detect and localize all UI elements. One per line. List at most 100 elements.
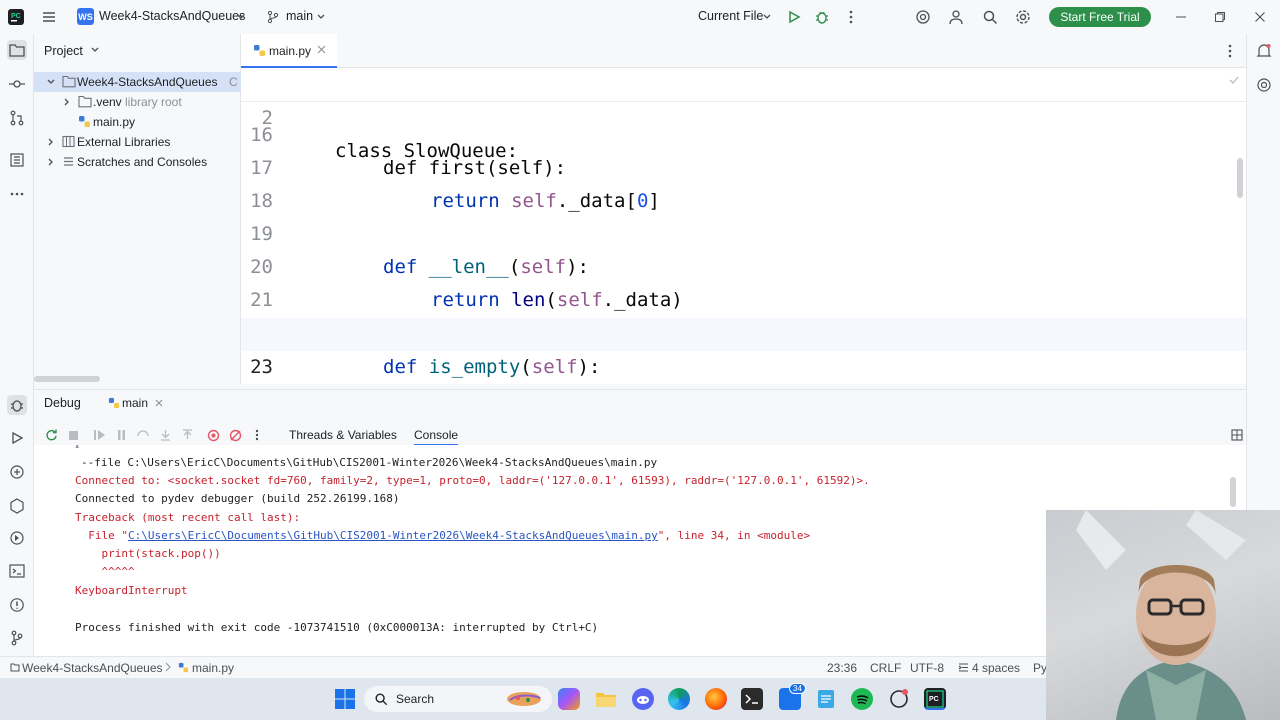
tree-item-project-root[interactable]: Week4-StacksAndQueues C <box>34 72 241 92</box>
ai-chat-icon[interactable] <box>1254 75 1274 95</box>
more-actions-icon[interactable] <box>842 8 860 26</box>
code-editor[interactable]: 2 class SlowQueue: 16 def first(self): 1… <box>241 68 1246 384</box>
project-switcher[interactable]: Week4-StacksAndQueues <box>99 9 245 23</box>
indent-setting[interactable]: 4 spaces <box>972 661 1020 675</box>
terminal-icon[interactable] <box>7 561 27 581</box>
firefox-icon[interactable] <box>705 688 727 710</box>
debug-session-tab[interactable]: main <box>122 396 148 410</box>
outlook-icon[interactable]: 34 <box>779 683 806 710</box>
settings-icon[interactable] <box>1014 8 1032 26</box>
console-vertical-scrollbar[interactable] <box>1230 477 1236 507</box>
editor-tab-bar: main.py <box>241 34 1246 68</box>
python-interpreter[interactable]: Py <box>1033 661 1047 675</box>
breadcrumb-file[interactable]: main.py <box>192 661 234 675</box>
stop-icon[interactable] <box>66 428 80 442</box>
pycharm-logo-icon: PC <box>7 8 25 26</box>
problems-icon[interactable] <box>7 595 27 615</box>
step-over-icon[interactable] <box>136 428 150 442</box>
layout-options-icon[interactable] <box>1230 428 1244 442</box>
file-encoding[interactable]: UTF-8 <box>910 661 944 675</box>
editor-vertical-scrollbar[interactable] <box>1237 158 1243 198</box>
notepad-icon[interactable] <box>815 688 837 710</box>
search-icon[interactable] <box>981 8 999 26</box>
minimize-icon[interactable] <box>1172 8 1190 26</box>
run-icon[interactable] <box>785 8 803 26</box>
commit-icon[interactable] <box>7 74 27 94</box>
tab-threads-variables[interactable]: Threads & Variables <box>289 428 397 442</box>
pycharm-taskbar-icon[interactable]: PC <box>924 688 946 710</box>
branch-switcher[interactable]: main <box>286 9 313 23</box>
tab-options-icon[interactable] <box>1228 44 1232 58</box>
discord-icon[interactable] <box>632 688 654 710</box>
project-badge: WS <box>77 8 94 25</box>
view-breakpoints-icon[interactable] <box>206 428 220 442</box>
step-out-icon[interactable] <box>180 428 194 442</box>
spotify-icon[interactable] <box>851 688 873 710</box>
terminal-app-icon[interactable] <box>741 688 763 710</box>
chevron-right-icon[interactable] <box>46 157 56 167</box>
left-tool-strip <box>0 34 34 656</box>
tree-item-venv[interactable]: .venv library root <box>34 92 241 112</box>
line-separator[interactable]: CRLF <box>870 661 901 675</box>
project-panel-title[interactable]: Project <box>44 44 83 58</box>
line-number: 2 <box>261 107 273 129</box>
more-icon[interactable] <box>250 428 264 442</box>
chevron-down-icon[interactable] <box>312 8 330 26</box>
chevron-down-icon[interactable] <box>90 45 100 55</box>
services-icon[interactable] <box>7 528 27 548</box>
project-folder-icon[interactable] <box>7 40 27 60</box>
chevron-down-icon[interactable] <box>758 8 776 26</box>
rerun-icon[interactable] <box>44 428 58 442</box>
console-text: File " <box>75 529 128 542</box>
file-path-link[interactable]: C:\Users\EricC\Documents\GitHub\CIS2001-… <box>128 529 658 542</box>
python-console-icon[interactable] <box>7 462 27 482</box>
taskbar-search[interactable]: Search <box>364 686 552 712</box>
run-config-selector[interactable]: Current File <box>698 9 763 23</box>
close-tab-icon[interactable] <box>317 45 326 54</box>
resume-icon[interactable] <box>92 428 106 442</box>
python-packages-icon[interactable] <box>7 496 27 516</box>
chevron-right-icon[interactable] <box>62 97 72 107</box>
run-tool-icon[interactable] <box>7 428 27 448</box>
tree-item-scratches[interactable]: Scratches and Consoles <box>34 152 241 172</box>
tree-item-main-py[interactable]: main.py <box>34 112 241 132</box>
pause-icon[interactable] <box>114 428 128 442</box>
chatgpt-icon[interactable] <box>888 688 910 710</box>
version-control-icon[interactable] <box>7 628 27 648</box>
copilot-icon[interactable] <box>558 688 580 710</box>
sticky-code: class SlowQueue: <box>335 140 519 162</box>
tab-console[interactable]: Console <box>414 428 459 446</box>
tab-main-py[interactable]: main.py <box>241 34 337 68</box>
caret-position[interactable]: 23:36 <box>827 661 857 675</box>
sticky-header[interactable]: 2 class SlowQueue: <box>241 68 1246 162</box>
step-into-icon[interactable] <box>158 428 172 442</box>
more-tools-icon[interactable] <box>7 184 27 204</box>
start-free-trial-button[interactable]: Start Free Trial <box>1049 7 1151 27</box>
windows-start-icon[interactable] <box>334 688 356 710</box>
main-menu-icon[interactable] <box>40 8 58 26</box>
close-icon[interactable] <box>1251 8 1269 26</box>
restore-icon[interactable] <box>1211 8 1229 26</box>
code-line-19: 19 def __len__(self): <box>241 185 1246 278</box>
breadcrumb-project[interactable]: Week4-StacksAndQueues <box>22 661 163 675</box>
project-horizontal-scrollbar[interactable] <box>34 376 100 382</box>
edge-browser-icon[interactable] <box>668 688 690 710</box>
debug-tool-icon[interactable] <box>7 395 27 415</box>
chevron-right-icon[interactable] <box>46 137 56 147</box>
pull-requests-icon[interactable] <box>7 108 27 128</box>
tree-item-external-libraries[interactable]: External Libraries <box>34 132 241 152</box>
ai-assistant-icon[interactable] <box>914 8 932 26</box>
debug-toolbar: Threads & Variables Console <box>34 424 1246 446</box>
chevron-down-icon[interactable] <box>46 77 56 87</box>
file-explorer-icon[interactable] <box>595 688 617 710</box>
close-session-icon[interactable] <box>155 399 163 407</box>
add-user-icon[interactable] <box>948 8 966 26</box>
chevron-down-icon[interactable] <box>232 8 250 26</box>
mute-breakpoints-icon[interactable] <box>228 428 242 442</box>
console-line: Process finished with exit code -1073741… <box>75 621 599 634</box>
search-highlight-icon <box>504 688 544 710</box>
debug-icon[interactable] <box>813 8 831 26</box>
tree-item-label: Scratches and Consoles <box>77 155 208 169</box>
notifications-icon[interactable] <box>1254 41 1274 61</box>
structure-icon[interactable] <box>7 150 27 170</box>
